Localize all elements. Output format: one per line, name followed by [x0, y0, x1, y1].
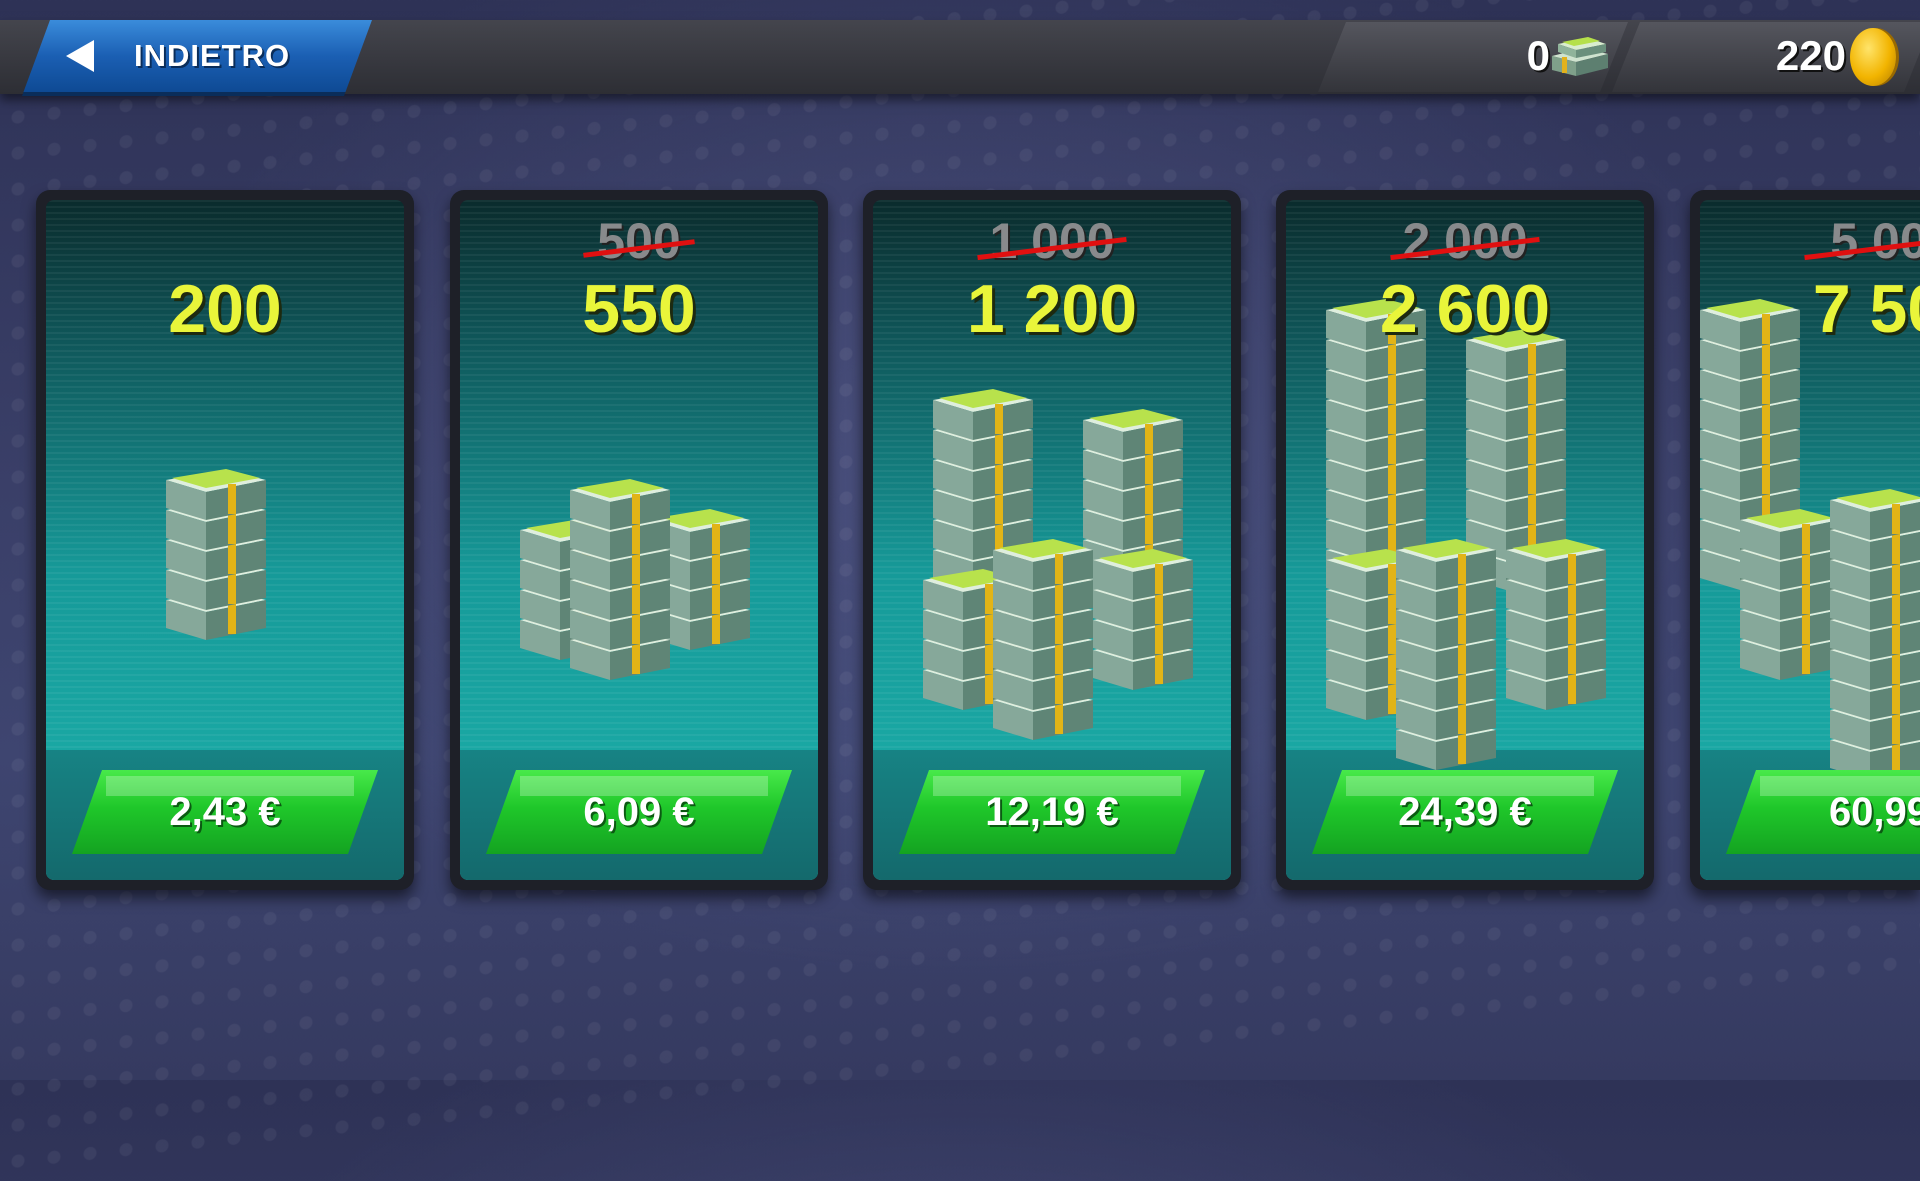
coin-balance-display[interactable]: 220 — [1612, 22, 1920, 92]
price-label: 60,99 — [1828, 789, 1920, 834]
offer-card[interactable]: 200 2,43 € — [36, 190, 414, 890]
back-label: INDIETRO — [134, 38, 291, 73]
buy-button[interactable]: 2,43 € — [72, 770, 378, 854]
offer-card[interactable]: 500 550 6,09 € — [450, 190, 828, 890]
offer-amount: 1 200 — [966, 271, 1138, 347]
offer-card-body: 2 000 2 600 24,39 € — [1286, 200, 1644, 880]
old-amount: 2 000 — [1286, 212, 1644, 270]
offer-card-body: 200 2,43 € — [46, 200, 404, 880]
buy-button[interactable]: 24,39 € — [1312, 770, 1618, 854]
cash-balance-display[interactable]: 0 — [1318, 22, 1628, 92]
coin-balance-value: 220 — [1775, 32, 1846, 79]
offer-card-body: 500 550 6,09 € — [460, 200, 818, 880]
offer-amount: 2 600 — [1379, 271, 1551, 347]
buy-button[interactable]: 12,19 € — [899, 770, 1205, 854]
offer-amount: 200 — [168, 271, 282, 347]
cash-balance-value: 0 — [1526, 32, 1550, 79]
offer-card[interactable]: 1 000 1 200 12,19 € — [863, 190, 1241, 890]
back-arrow-icon — [66, 40, 94, 72]
offer-amount: 550 — [582, 271, 696, 347]
old-amount: 500 — [460, 212, 818, 270]
old-amount: 1 000 — [873, 212, 1231, 270]
price-label: 24,39 € — [1398, 789, 1532, 834]
offer-card-body: 1 000 1 200 12,19 € — [873, 200, 1231, 880]
cash-stack-icon — [1548, 32, 1612, 80]
offer-card[interactable]: 5 00 7 50 60,99 — [1690, 190, 1920, 890]
price-label: 2,43 € — [169, 789, 281, 834]
offer-card[interactable]: 2 000 2 600 24,39 € — [1276, 190, 1654, 890]
old-amount: 5 00 — [1700, 212, 1920, 270]
offer-card-body: 5 00 7 50 60,99 — [1700, 200, 1920, 880]
back-button[interactable]: INDIETRO — [22, 20, 372, 96]
buy-button[interactable]: 60,99 — [1726, 770, 1920, 854]
buy-button[interactable]: 6,09 € — [486, 770, 792, 854]
gold-coin-icon — [1850, 28, 1896, 86]
offer-amount: 7 50 — [1812, 271, 1920, 347]
price-label: 6,09 € — [583, 789, 695, 834]
price-label: 12,19 € — [985, 789, 1119, 834]
